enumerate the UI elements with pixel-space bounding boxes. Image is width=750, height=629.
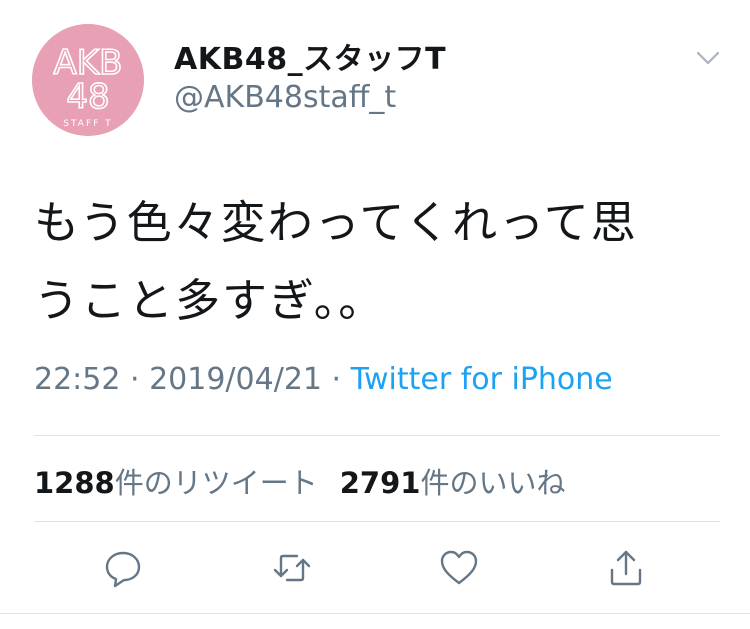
likes-stat[interactable]: 2791件のいいね — [340, 460, 566, 502]
retweets-count: 1288 — [34, 466, 115, 500]
avatar-text-line2: 48 — [66, 77, 109, 117]
tweet-text: もう色々変わってくれって思 うこと多すぎ。。 — [34, 184, 724, 340]
divider — [34, 521, 720, 522]
like-icon[interactable] — [437, 546, 481, 590]
likes-label: 件のいいね — [420, 466, 566, 500]
user-handle[interactable]: @AKB48staff_t — [174, 80, 396, 115]
tweet-text-line: うこと多すぎ。。 — [34, 274, 386, 327]
tweet-source-link[interactable]: Twitter for iPhone — [351, 362, 613, 397]
meta-separator: · — [322, 362, 351, 397]
likes-count: 2791 — [339, 466, 421, 500]
retweet-icon[interactable] — [270, 546, 314, 590]
meta-separator: · — [120, 362, 150, 397]
chevron-down-icon[interactable] — [694, 48, 722, 68]
retweets-stat[interactable]: 1288件のリツイート — [34, 460, 318, 502]
divider — [34, 435, 720, 436]
tweet-meta: 22:52 · 2019/04/21 · Twitter for iPhone — [34, 362, 613, 397]
divider — [0, 613, 750, 614]
akb48-logo: AKB 48 STAFF T — [32, 24, 144, 136]
display-name[interactable]: AKB48_スタッフT — [174, 34, 446, 78]
tweet-date: 2019/04/21 — [149, 362, 322, 397]
tweet-text-line: もう色々変わってくれって思 — [34, 196, 638, 249]
tweet-time: 22:52 — [34, 362, 121, 397]
tweet-stats: 1288件のリツイート 2791件のいいね — [34, 460, 587, 502]
avatar[interactable]: AKB 48 STAFF T — [32, 24, 144, 136]
retweets-label: 件のリツイート — [114, 466, 318, 500]
avatar-text-line3: STAFF T — [63, 119, 112, 129]
share-icon[interactable] — [604, 546, 648, 590]
reply-icon[interactable] — [101, 546, 145, 590]
action-bar — [0, 546, 750, 590]
